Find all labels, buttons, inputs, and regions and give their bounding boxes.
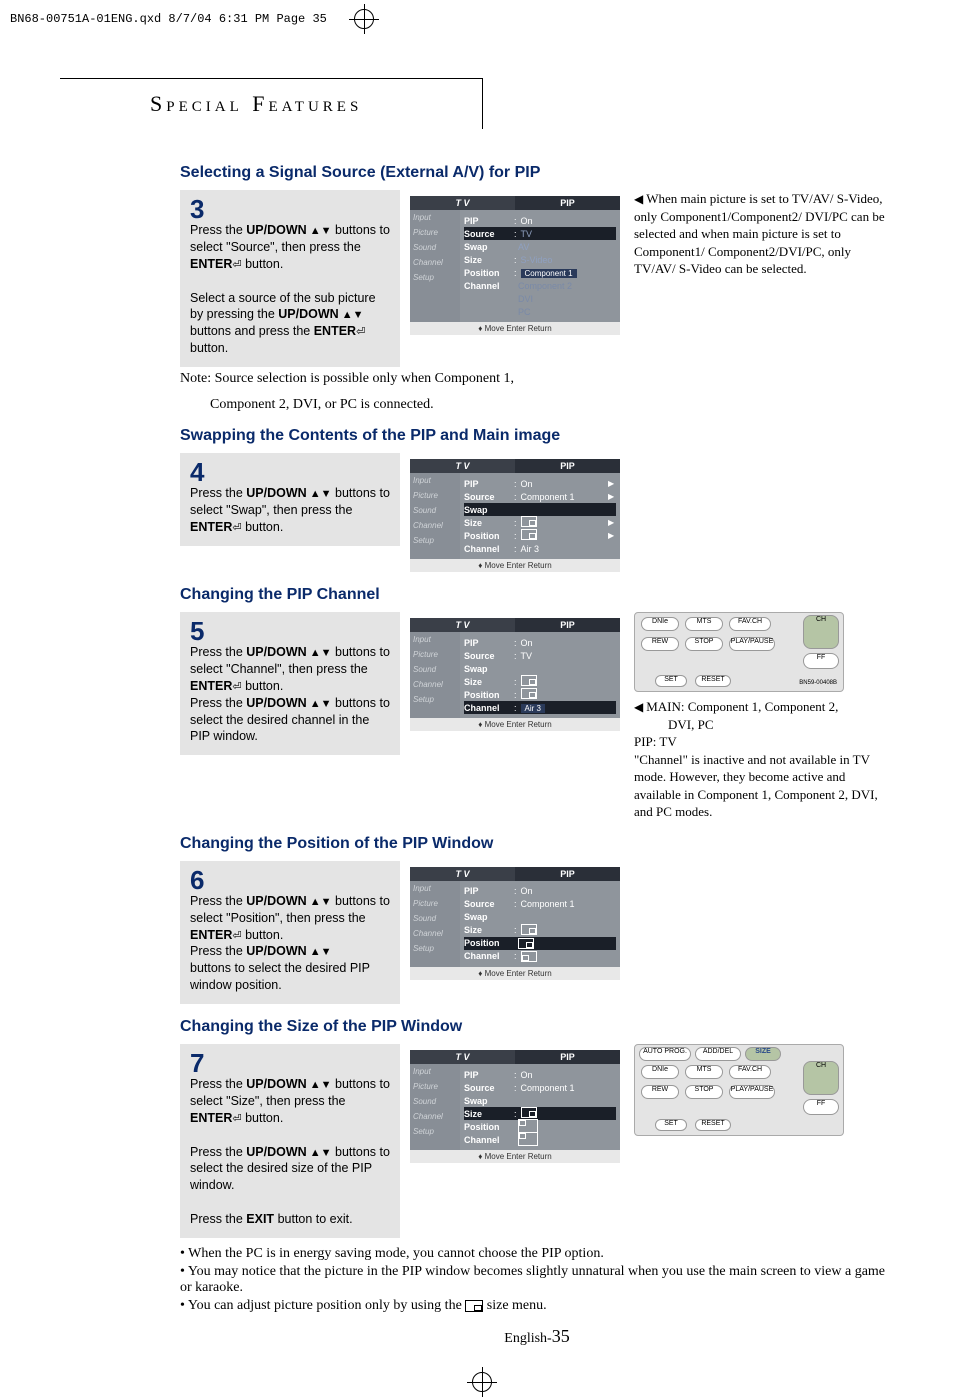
step3-number: 3 xyxy=(190,196,390,222)
remote-illustration-7: AUTO PROG. ADD/DEL SIZE DNIe MTS FAV.CH … xyxy=(634,1044,844,1136)
section5-title: Changing the Size of the PIP Window xyxy=(180,1018,894,1036)
osd-screenshot-5: T VPIP Input Picture Sound Channel Setup… xyxy=(410,618,620,731)
footer-bullets: • When the PC is in energy saving mode, … xyxy=(180,1246,894,1314)
section1-title: Selecting a Signal Source (External A/V)… xyxy=(180,164,894,182)
updown-icon: ▲▼ xyxy=(307,647,332,659)
section1-note-l2: Component 2, DVI, or PC is connected. xyxy=(210,397,894,413)
bottom-registration xyxy=(0,1367,954,1397)
step3-box: 3 Press the UP/DOWN ▲▼ buttons to select… xyxy=(180,190,400,367)
updown-icon: ▲▼ xyxy=(307,1147,332,1159)
step7-box: 7 Press the UP/DOWN ▲▼ buttons to select… xyxy=(180,1044,400,1238)
page-body: Special Features Selecting a Signal Sour… xyxy=(40,78,914,1347)
registration-mark-icon xyxy=(349,4,379,34)
print-header-text: BN68-00751A-01ENG.qxd 8/7/04 6:31 PM Pag… xyxy=(10,12,327,26)
updown-icon: ▲▼ xyxy=(307,225,332,237)
updown-icon: ▲▼ xyxy=(307,896,332,908)
updown-icon: ▲▼ xyxy=(307,1079,332,1091)
page-number: English-35 xyxy=(180,1326,894,1347)
enter-icon: ⏎ xyxy=(356,326,365,338)
pip-size-icon xyxy=(465,1300,483,1312)
osd-screenshot-3: T VPIP Input Picture Sound Channel Setup… xyxy=(410,196,620,335)
step5-box: 5 Press the UP/DOWN ▲▼ buttons to select… xyxy=(180,612,400,755)
step6-box: 6 Press the UP/DOWN ▲▼ buttons to select… xyxy=(180,861,400,1004)
osd-screenshot-6: T VPIP Input Picture Sound Channel Setup… xyxy=(410,867,620,980)
chapter-header: Special Features xyxy=(60,78,483,129)
step4-box: 4 Press the UP/DOWN ▲▼ buttons to select… xyxy=(180,453,400,546)
osd-screenshot-4: T VPIP Input Picture Sound Channel Setup… xyxy=(410,459,620,572)
updown-icon: ▲▼ xyxy=(339,309,364,321)
section1-sidenote: ◀ When main picture is set to TV/AV/ S-V… xyxy=(630,190,894,278)
registration-mark-icon xyxy=(467,1367,497,1397)
caret-left-icon: ◀ xyxy=(634,192,646,206)
section3-title: Changing the PIP Channel xyxy=(180,586,894,604)
section2-title: Swapping the Contents of the PIP and Mai… xyxy=(180,427,894,445)
updown-icon: ▲▼ xyxy=(307,488,332,500)
updown-icon: ▲▼ xyxy=(307,698,332,710)
enter-icon: ⏎ xyxy=(232,681,241,693)
enter-icon: ⏎ xyxy=(232,259,241,271)
enter-icon: ⏎ xyxy=(232,930,241,942)
remote-illustration-5: DNIe MTS FAV.CH CH REW STOP PLAY/PAUSE F… xyxy=(634,612,844,692)
print-header: BN68-00751A-01ENG.qxd 8/7/04 6:31 PM Pag… xyxy=(0,0,954,38)
updown-icon: ▲▼ xyxy=(307,946,332,958)
chapter-title: Special Features xyxy=(150,91,362,116)
caret-left-icon: ◀ xyxy=(634,700,646,714)
section1-note-l1: Note: Source selection is possible only … xyxy=(180,371,894,387)
section4-title: Changing the Position of the PIP Window xyxy=(180,835,894,853)
osd-screenshot-7: T VPIP Input Picture Sound Channel Setup… xyxy=(410,1050,620,1163)
enter-icon: ⏎ xyxy=(232,522,241,534)
enter-icon: ⏎ xyxy=(232,1113,241,1125)
